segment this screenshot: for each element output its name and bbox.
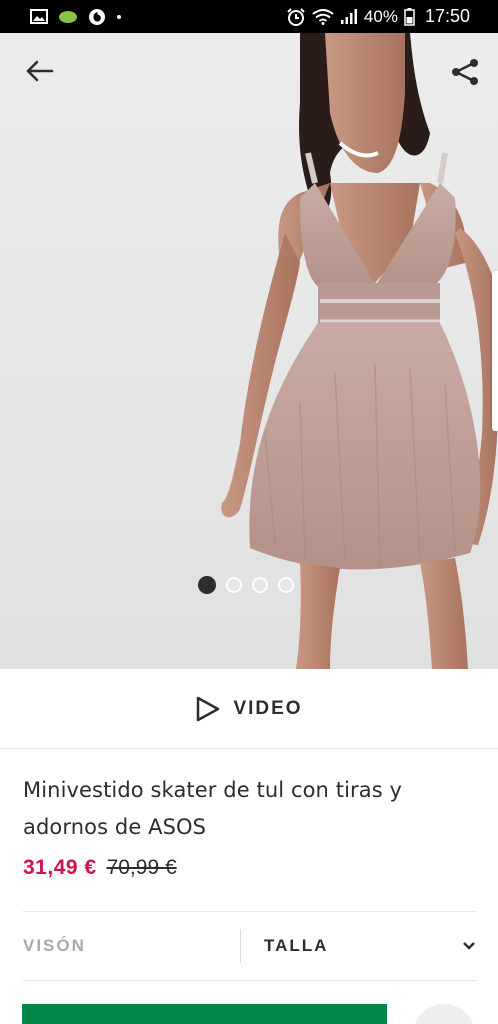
vodafone-icon <box>88 8 106 26</box>
video-button[interactable]: VIDEO <box>0 669 498 749</box>
carousel-dot-2[interactable] <box>226 577 242 593</box>
current-price: 31,49 € <box>23 856 97 879</box>
product-options: VISÓN TALLA <box>23 911 476 981</box>
signal-icon <box>340 8 358 25</box>
carousel-dot-3[interactable] <box>252 577 268 593</box>
carousel-dot-4[interactable] <box>278 577 294 593</box>
carousel-dot-1[interactable] <box>198 576 216 594</box>
battery-icon <box>404 7 415 26</box>
price-row: 31,49 € 70,99 € <box>23 856 478 880</box>
arrow-left-icon <box>26 60 54 82</box>
carousel-indicator <box>198 576 294 594</box>
product-photo <box>221 33 498 669</box>
original-price: 70,99 € <box>106 856 177 879</box>
colour-value: VISÓN <box>23 936 86 955</box>
size-select[interactable]: TALLA <box>241 936 476 956</box>
save-for-later-button[interactable] <box>413 1004 475 1024</box>
product-title-line-1: Minivestido skater de tul con tiras y <box>23 778 403 802</box>
back-button[interactable] <box>20 55 58 87</box>
video-label: VIDEO <box>233 697 303 719</box>
battery-percent: 40% <box>363 6 398 26</box>
status-bar: 40% 17:50 <box>0 0 498 33</box>
play-outline-icon <box>197 696 220 721</box>
chevron-down-icon <box>463 942 475 950</box>
product-info: Minivestido skater de tul con tiras y ad… <box>23 772 478 880</box>
product-title-line-2: adornos de ASOS <box>23 815 207 839</box>
clock-time: 17:50 <box>424 6 470 26</box>
gallery-icon <box>30 9 48 24</box>
add-to-bag-button[interactable] <box>22 1004 387 1024</box>
status-right-icons: 40% 17:50 <box>286 6 470 27</box>
alarm-icon <box>286 7 306 26</box>
share-button[interactable] <box>446 55 484 89</box>
share-icon <box>452 59 478 85</box>
notification-dot-icon <box>116 14 122 20</box>
product-image-carousel[interactable] <box>0 33 498 669</box>
wifi-icon <box>312 8 334 25</box>
side-drawer-handle[interactable] <box>492 271 498 431</box>
size-label: TALLA <box>264 936 329 955</box>
green-leaf-icon <box>58 10 78 24</box>
product-title: Minivestido skater de tul con tiras y ad… <box>23 772 478 846</box>
status-left-icons <box>30 8 122 26</box>
